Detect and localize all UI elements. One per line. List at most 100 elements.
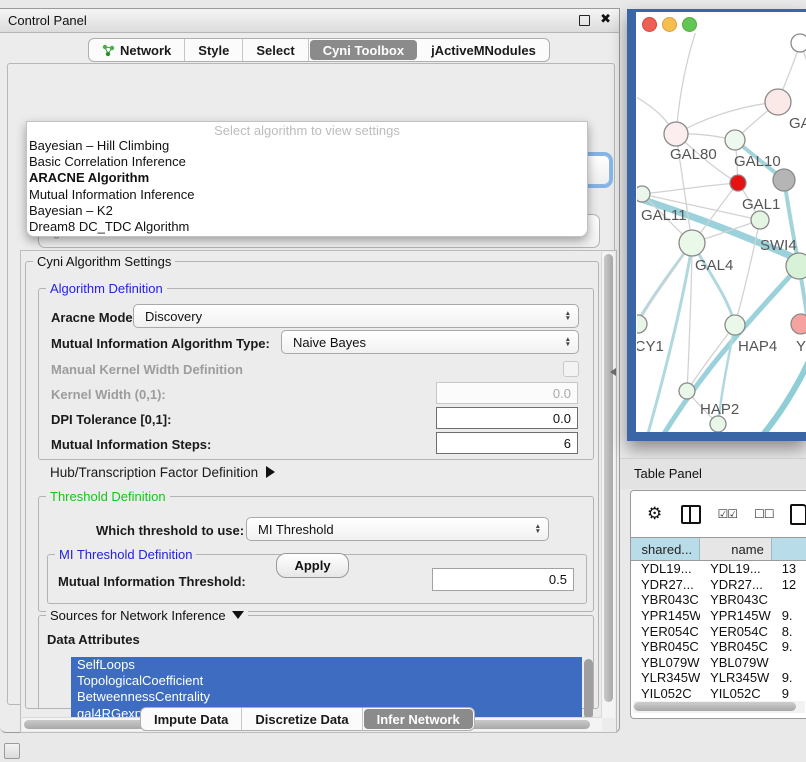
table-horizontal-scrollbar[interactable] (633, 701, 805, 713)
network-view-inner: GALGAL80GAL10GAL11GAL1SWI4GAL4GCY1HAP4YH… (636, 12, 806, 432)
table-row[interactable]: YBL079WYBL079W (631, 655, 806, 671)
column-header-name[interactable]: name (700, 538, 772, 560)
table-cell: 9. (772, 608, 806, 623)
control-panel-titlebar[interactable]: Control Panel ✖ (0, 9, 619, 33)
float-window-icon[interactable] (579, 15, 590, 26)
settings-gear-icon[interactable]: ⚙ (647, 504, 662, 524)
dpi-tolerance-field[interactable] (436, 407, 578, 429)
table-cell: YER054C (700, 624, 772, 639)
manual-kernel-width-checkbox[interactable] (563, 361, 579, 377)
network-node-gal[interactable] (765, 89, 791, 115)
network-node[interactable] (791, 34, 806, 52)
network-node-y[interactable] (791, 314, 806, 334)
dropdown-item-aracne-algorithm[interactable]: ARACNE Algorithm (27, 170, 587, 186)
table-cell: YLR345W (631, 670, 700, 685)
cyni-algorithm-settings-title: Cyni Algorithm Settings (33, 254, 175, 269)
zoom-traffic-light-icon[interactable] (682, 17, 697, 32)
scrollbar-thumb[interactable] (604, 254, 613, 702)
split-pane-collapse-arrow-icon[interactable] (610, 368, 616, 376)
tab-infer-network[interactable]: Infer Network (364, 709, 473, 729)
dropdown-item-bayesian-hill-climbing[interactable]: Bayesian – Hill Climbing (27, 138, 587, 154)
tab-label: Impute Data (154, 712, 228, 727)
kernel-width-field[interactable] (436, 382, 578, 404)
aracne-mode-combobox[interactable]: Discovery ▲▼ (133, 304, 579, 328)
tab-discretize-data[interactable]: Discretize Data (242, 708, 362, 730)
table-row[interactable]: YLR345WYLR345W9. (631, 670, 806, 686)
tab-network[interactable]: Network (89, 39, 185, 61)
tab-impute-data[interactable]: Impute Data (141, 708, 242, 730)
dropdown-item-mutual-information-inference[interactable]: Mutual Information Inference (27, 187, 587, 203)
network-edge (761, 361, 806, 432)
hub-tf-definition-expander[interactable]: Hub/Transcription Factor Definition (50, 465, 275, 480)
close-panel-icon[interactable]: ✖ (600, 11, 611, 27)
column-layout-icon[interactable] (681, 505, 700, 524)
network-node[interactable] (710, 416, 726, 432)
deselect-all-icon[interactable]: ☐☐ (754, 507, 774, 521)
network-node-hap2[interactable] (679, 383, 695, 399)
network-edge (642, 183, 738, 194)
minimize-traffic-light-icon[interactable] (662, 17, 677, 32)
table-row[interactable]: YIL052CYIL052C9 (631, 686, 806, 701)
settings-scrollpane: Cyni Algorithm Settings Algorithm Defini… (20, 250, 617, 733)
scrollbar-thumb[interactable] (634, 702, 796, 711)
attributes-list-scrollbar[interactable] (584, 659, 593, 719)
network-node-gal1[interactable] (751, 211, 769, 229)
table-row[interactable]: YBR045CYBR045C9. (631, 639, 806, 655)
table-row[interactable]: YDL19...YDL19...13 (631, 561, 806, 577)
table-header-row: shared...name (631, 537, 806, 561)
tab-label: Infer Network (377, 712, 460, 727)
network-graph-canvas[interactable]: GALGAL80GAL10GAL11GAL1SWI4GAL4GCY1HAP4YH… (637, 33, 806, 432)
node-label-hap2: HAP2 (700, 401, 739, 418)
network-tab-icon (102, 43, 115, 57)
column-header-shared[interactable]: shared... (631, 538, 700, 560)
close-traffic-light-icon[interactable] (642, 17, 657, 32)
table-cell: YBL079W (700, 655, 772, 670)
table-cell: 8. (772, 624, 806, 639)
cyni-toolbox-content: galFiltered.sif default node Select algo… (7, 63, 615, 705)
network-node[interactable] (773, 169, 795, 191)
network-node-hap4[interactable] (725, 315, 745, 335)
mi-algorithm-type-combobox[interactable]: Naive Bayes ▲▼ (281, 330, 579, 354)
tab-jactivemnodules[interactable]: jActiveMNodules (418, 39, 549, 61)
network-node-swi4[interactable] (786, 253, 806, 279)
dropdown-item-dream8-dc-tdc-algorithm[interactable]: Dream8 DC_TDC Algorithm (27, 219, 587, 235)
attribute-item-betweennesscentrality[interactable]: BetweennessCentrality (71, 689, 582, 705)
tab-cyni-toolbox[interactable]: Cyni Toolbox (310, 40, 417, 60)
network-node-gal80[interactable] (664, 122, 688, 146)
tab-label: Discretize Data (255, 712, 348, 727)
network-edge (676, 33, 697, 134)
sources-title-text: Sources for Network Inference (50, 608, 226, 623)
table-row[interactable]: YER054CYER054C8. (631, 623, 806, 639)
network-node-gcy1[interactable] (637, 315, 647, 333)
node-label-y: Y (796, 338, 806, 355)
table-row[interactable]: YPR145WYPR145W9. (631, 608, 806, 624)
mi-steps-field[interactable] (436, 432, 578, 454)
attribute-item-topologicalcoefficient[interactable]: TopologicalCoefficient (71, 673, 582, 689)
hidden-panel-grip-icon[interactable] (4, 743, 20, 759)
select-all-icon[interactable]: ☑☑ (718, 507, 738, 521)
dropdown-item-bayesian-k2[interactable]: Bayesian – K2 (27, 203, 587, 219)
mi-threshold-field[interactable] (432, 568, 574, 591)
which-threshold-combobox[interactable]: MI Threshold ▲▼ (246, 517, 549, 541)
sources-group-title[interactable]: Sources for Network Inference (46, 608, 248, 623)
table-row[interactable]: YDR27...YDR27...12 (631, 577, 806, 593)
network-node[interactable] (730, 175, 746, 191)
table-cell: 9 (772, 686, 806, 701)
network-node-gal4[interactable] (679, 230, 705, 256)
apply-button[interactable]: Apply (276, 553, 349, 578)
table-body: YDL19...YDL19...13YDR27...YDR27...12YBR0… (631, 561, 806, 701)
settings-vertical-scrollbar[interactable] (601, 252, 615, 718)
network-node-gal10[interactable] (725, 130, 745, 150)
algorithm-definition-group: Algorithm Definition Aracne Mode: Discov… (38, 288, 594, 460)
dropdown-item-basic-correlation-inference[interactable]: Basic Correlation Inference (27, 154, 587, 170)
mi-threshold-definition-title: MI Threshold Definition (55, 547, 196, 562)
column-header-partial[interactable] (772, 538, 806, 560)
mi-steps-label: Mutual Information Steps: (51, 437, 211, 452)
function-builder-icon[interactable] (790, 504, 806, 525)
attribute-item-selfloops[interactable]: SelfLoops (71, 657, 582, 673)
table-row[interactable]: YBR043CYBR043C (631, 592, 806, 608)
tab-style[interactable]: Style (185, 39, 243, 61)
tab-select[interactable]: Select (243, 39, 308, 61)
network-node-gal11[interactable] (637, 186, 650, 202)
table-cell: YBR043C (700, 592, 772, 607)
